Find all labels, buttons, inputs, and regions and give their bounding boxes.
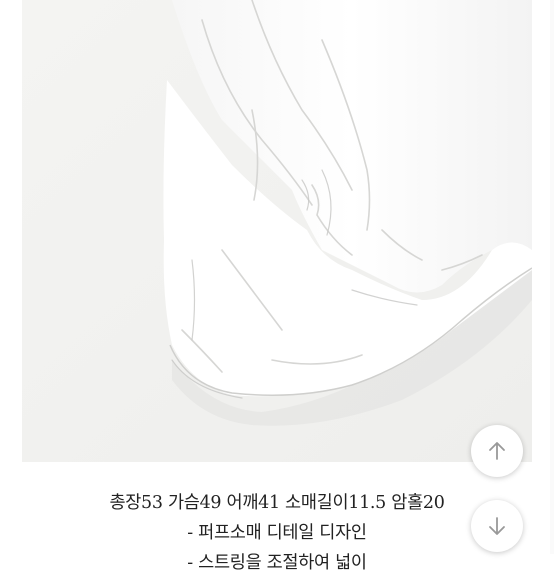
- detail-line-string: - 스트링을 조절하여 넓이: [187, 553, 367, 573]
- scrollbar[interactable]: [550, 0, 554, 554]
- arrow-down-icon: [489, 517, 505, 535]
- size-info-line: 총장53 가슴49 어깨41 소매길이11.5 암홀20: [109, 493, 445, 513]
- scroll-to-bottom-button[interactable]: [471, 500, 523, 552]
- scroll-to-top-button[interactable]: [471, 425, 523, 477]
- fabric-illustration: [22, 0, 532, 462]
- product-photo: [22, 0, 532, 462]
- product-description: 총장53 가슴49 어깨41 소매길이11.5 암홀20 - 퍼프소매 디테일 …: [0, 488, 554, 578]
- arrow-up-icon: [489, 442, 505, 460]
